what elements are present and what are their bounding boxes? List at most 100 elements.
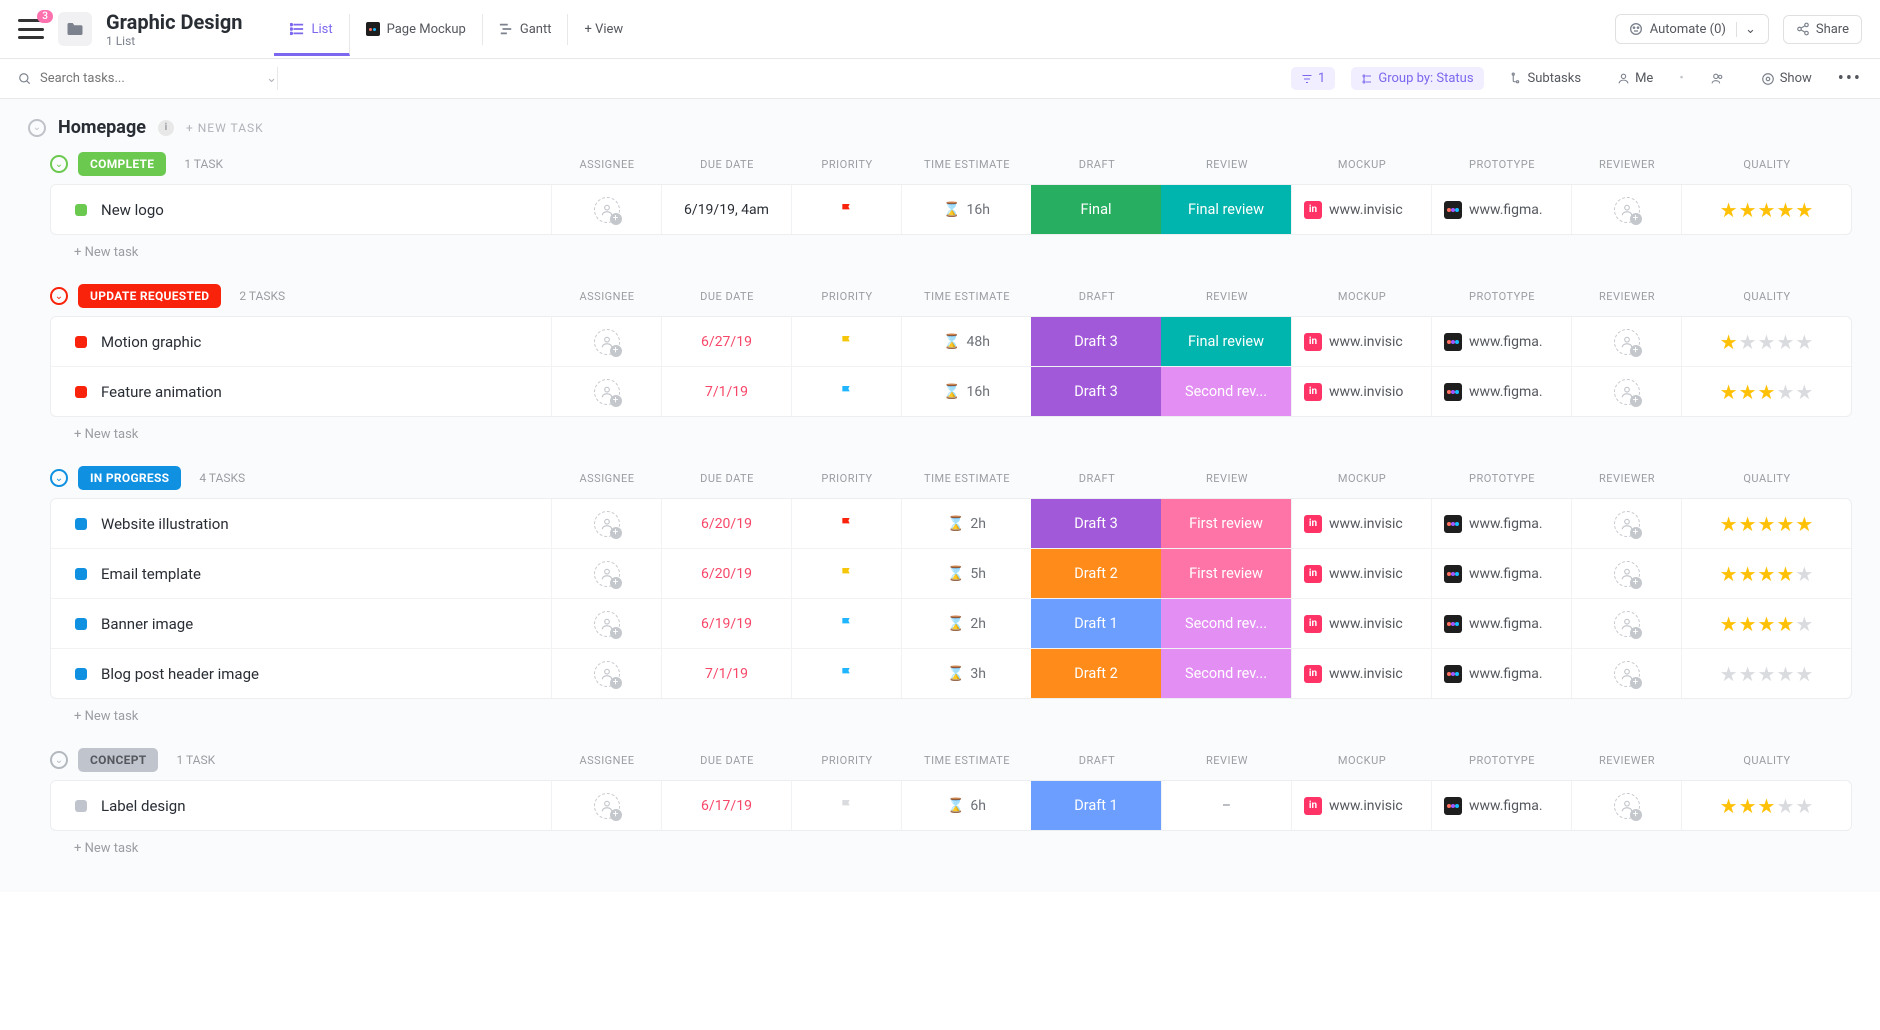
due-date-cell[interactable]: 7/1/19: [661, 649, 791, 698]
task-row[interactable]: Label design 6/17/19 ⌛6h Draft 1 – inwww…: [51, 781, 1851, 830]
review-cell[interactable]: –: [1161, 781, 1291, 830]
priority-cell[interactable]: [791, 781, 901, 830]
collapse-group-icon[interactable]: ⌄: [50, 469, 68, 487]
review-cell[interactable]: Final review: [1161, 185, 1291, 234]
mockup-cell[interactable]: inwww.invisic: [1291, 499, 1431, 548]
status-square-icon[interactable]: [75, 204, 87, 216]
prototype-cell[interactable]: www.figma.: [1431, 185, 1571, 234]
prototype-cell[interactable]: www.figma.: [1431, 599, 1571, 648]
share-button[interactable]: Share: [1783, 15, 1862, 44]
review-cell[interactable]: Second rev...: [1161, 649, 1291, 698]
prototype-cell[interactable]: www.figma.: [1431, 367, 1571, 416]
assignee-cell[interactable]: [551, 781, 661, 830]
prototype-cell[interactable]: www.figma.: [1431, 781, 1571, 830]
review-cell[interactable]: First review: [1161, 549, 1291, 598]
reviewer-cell[interactable]: [1571, 317, 1681, 366]
subtasks-button[interactable]: Subtasks: [1500, 67, 1592, 90]
mockup-cell[interactable]: inwww.invisio: [1291, 367, 1431, 416]
quality-cell[interactable]: ★★★★★: [1681, 317, 1851, 366]
review-cell[interactable]: First review: [1161, 499, 1291, 548]
task-row[interactable]: Email template 6/20/19 ⌛5h Draft 2 First…: [51, 549, 1851, 599]
me-button[interactable]: Me: [1607, 67, 1663, 90]
prototype-cell[interactable]: www.figma.: [1431, 317, 1571, 366]
quality-cell[interactable]: ★★★★★: [1681, 185, 1851, 234]
time-estimate-cell[interactable]: ⌛16h: [901, 185, 1031, 234]
reviewer-cell[interactable]: [1571, 499, 1681, 548]
new-task-row[interactable]: + New task: [50, 831, 1852, 866]
review-cell[interactable]: Final review: [1161, 317, 1291, 366]
time-estimate-cell[interactable]: ⌛2h: [901, 599, 1031, 648]
filter-button[interactable]: 1: [1291, 67, 1335, 90]
due-date-cell[interactable]: 7/1/19: [661, 367, 791, 416]
assignee-cell[interactable]: [551, 185, 661, 234]
reviewer-cell[interactable]: [1571, 649, 1681, 698]
new-task-row[interactable]: + New task: [50, 699, 1852, 734]
priority-cell[interactable]: [791, 549, 901, 598]
time-estimate-cell[interactable]: ⌛2h: [901, 499, 1031, 548]
priority-cell[interactable]: [791, 599, 901, 648]
mockup-cell[interactable]: inwww.invisic: [1291, 185, 1431, 234]
show-button[interactable]: Show: [1751, 67, 1822, 90]
reviewer-cell[interactable]: [1571, 185, 1681, 234]
due-date-cell[interactable]: 6/20/19: [661, 499, 791, 548]
draft-cell[interactable]: Final: [1031, 185, 1161, 234]
quality-cell[interactable]: ★★★★★: [1681, 499, 1851, 548]
assignee-cell[interactable]: [551, 649, 661, 698]
review-cell[interactable]: Second rev...: [1161, 367, 1291, 416]
due-date-cell[interactable]: 6/27/19: [661, 317, 791, 366]
prototype-cell[interactable]: www.figma.: [1431, 549, 1571, 598]
view-tab-list[interactable]: List: [274, 14, 349, 56]
time-estimate-cell[interactable]: ⌛5h: [901, 549, 1031, 598]
chevron-down-icon[interactable]: ⌄: [266, 71, 277, 86]
status-square-icon[interactable]: [75, 386, 87, 398]
new-task-row[interactable]: + New task: [50, 417, 1852, 452]
priority-cell[interactable]: [791, 185, 901, 234]
due-date-cell[interactable]: 6/17/19: [661, 781, 791, 830]
mockup-cell[interactable]: inwww.invisic: [1291, 549, 1431, 598]
draft-cell[interactable]: Draft 1: [1031, 781, 1161, 830]
priority-cell[interactable]: [791, 499, 901, 548]
time-estimate-cell[interactable]: ⌛16h: [901, 367, 1031, 416]
prototype-cell[interactable]: www.figma.: [1431, 499, 1571, 548]
draft-cell[interactable]: Draft 3: [1031, 367, 1161, 416]
reviewer-cell[interactable]: [1571, 599, 1681, 648]
status-chip[interactable]: IN PROGRESS: [78, 466, 181, 490]
status-chip[interactable]: CONCEPT: [78, 748, 158, 772]
mockup-cell[interactable]: inwww.invisic: [1291, 649, 1431, 698]
status-square-icon[interactable]: [75, 568, 87, 580]
status-chip[interactable]: UPDATE REQUESTED: [78, 284, 221, 308]
quality-cell[interactable]: ★★★★★: [1681, 367, 1851, 416]
reviewer-cell[interactable]: [1571, 781, 1681, 830]
info-icon[interactable]: i: [158, 120, 174, 136]
task-row[interactable]: Feature animation 7/1/19 ⌛16h Draft 3 Se…: [51, 367, 1851, 416]
prototype-cell[interactable]: www.figma.: [1431, 649, 1571, 698]
collapse-section-icon[interactable]: ⌄: [28, 119, 46, 137]
quality-cell[interactable]: ★★★★★: [1681, 649, 1851, 698]
due-date-cell[interactable]: 6/19/19: [661, 599, 791, 648]
status-square-icon[interactable]: [75, 518, 87, 530]
view-tab-gantt[interactable]: Gantt: [483, 14, 569, 45]
time-estimate-cell[interactable]: ⌛3h: [901, 649, 1031, 698]
status-chip[interactable]: COMPLETE: [78, 152, 166, 176]
status-square-icon[interactable]: [75, 618, 87, 630]
draft-cell[interactable]: Draft 2: [1031, 549, 1161, 598]
task-row[interactable]: Banner image 6/19/19 ⌛2h Draft 1 Second …: [51, 599, 1851, 649]
due-date-cell[interactable]: 6/19/19, 4am: [661, 185, 791, 234]
collapse-group-icon[interactable]: ⌄: [50, 751, 68, 769]
status-square-icon[interactable]: [75, 668, 87, 680]
assignee-cell[interactable]: [551, 599, 661, 648]
task-row[interactable]: New logo 6/19/19, 4am ⌛16h Final Final r…: [51, 185, 1851, 234]
menu-button[interactable]: 3: [18, 19, 44, 39]
priority-cell[interactable]: [791, 367, 901, 416]
assignees-button[interactable]: [1700, 68, 1735, 89]
draft-cell[interactable]: Draft 2: [1031, 649, 1161, 698]
reviewer-cell[interactable]: [1571, 549, 1681, 598]
group-by-button[interactable]: Group by: Status: [1351, 67, 1483, 90]
automate-button[interactable]: Automate (0) ⌄: [1615, 14, 1769, 44]
collapse-group-icon[interactable]: ⌄: [50, 155, 68, 173]
mockup-cell[interactable]: inwww.invisic: [1291, 317, 1431, 366]
task-row[interactable]: Blog post header image 7/1/19 ⌛3h Draft …: [51, 649, 1851, 698]
search-input[interactable]: [40, 71, 258, 86]
new-task-row[interactable]: + New task: [50, 235, 1852, 270]
time-estimate-cell[interactable]: ⌛48h: [901, 317, 1031, 366]
